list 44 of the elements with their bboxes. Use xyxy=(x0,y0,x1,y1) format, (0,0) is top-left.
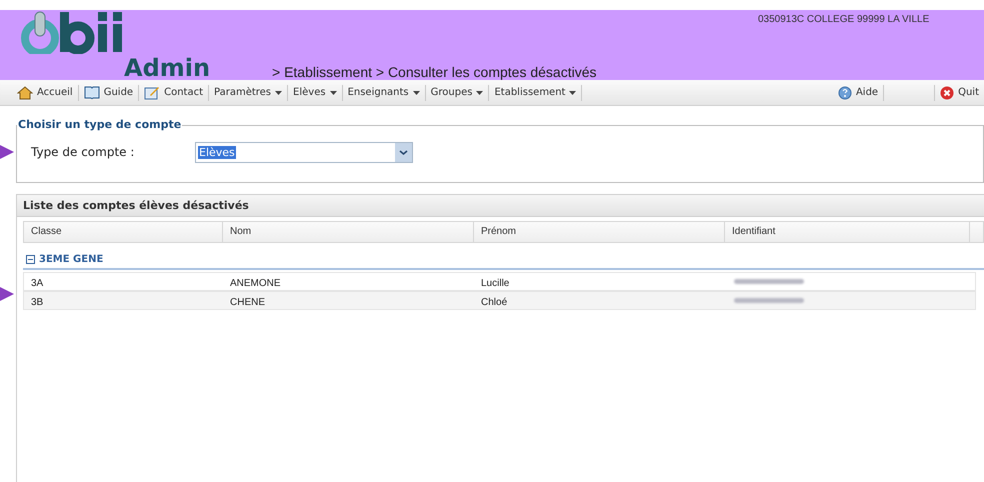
blurred-value xyxy=(734,298,804,303)
pointer-arrow-icon xyxy=(0,287,14,301)
app-name: Admin xyxy=(124,56,210,80)
table-cell: 3A xyxy=(31,278,44,288)
panel-title: Liste des comptes élèves désactivés xyxy=(17,195,984,217)
column-header[interactable]: Nom xyxy=(223,222,474,242)
group-toggle[interactable]: 3EME GENE xyxy=(26,252,104,266)
table-cell: 3B xyxy=(31,296,44,308)
toolbar-button[interactable]: Contact xyxy=(139,82,208,102)
field-label: Type de compte : xyxy=(31,144,136,161)
caret-icon xyxy=(569,90,576,94)
toolbar-button[interactable]: Accueil xyxy=(12,82,78,102)
menu-button[interactable]: Enseignants xyxy=(342,82,425,102)
caret-icon xyxy=(330,90,337,94)
school-name: 0350913C COLLEGE 99999 LA VILLE xyxy=(758,13,930,27)
toolbar-button[interactable]: Aide xyxy=(832,82,884,102)
close-icon xyxy=(940,86,954,100)
menu-button[interactable]: Paramètres xyxy=(209,82,288,102)
pointer-arrow-icon xyxy=(0,145,14,159)
caret-icon xyxy=(275,90,282,94)
menu-button[interactable]: Groupes xyxy=(426,82,488,102)
column-header[interactable]: Prénom xyxy=(474,222,725,242)
notepad-icon xyxy=(144,86,160,100)
toolbar-button[interactable]: Quit xyxy=(935,82,984,102)
menu-button[interactable]: Etablissement xyxy=(489,82,582,102)
toolbar-button[interactable]: Guide xyxy=(78,82,138,102)
blurred-value xyxy=(734,279,804,284)
breadcrumb: > Etablissement > Consulter les comptes désactivés xyxy=(272,64,596,80)
caret-icon xyxy=(476,90,484,94)
table-row[interactable]: 3A ANEMONE Lucille xyxy=(23,272,976,291)
table-cell: Lucille xyxy=(481,278,510,288)
table-cell: Chloé xyxy=(481,296,508,308)
column-header[interactable]: Classe xyxy=(24,222,223,242)
table-cell: ANEMONE xyxy=(230,278,281,288)
table-row[interactable]: 3B CHENE Chloé xyxy=(23,291,976,310)
menu-button[interactable]: Elèves xyxy=(288,82,342,102)
account-type-dropdown[interactable]: Elèves xyxy=(195,142,413,162)
table-cell: CHENE xyxy=(230,296,266,308)
column-header[interactable]: Identifiant xyxy=(725,222,970,242)
house-icon xyxy=(17,86,33,100)
panel-title: Choisir un type de compte xyxy=(17,117,182,133)
caret-icon xyxy=(412,90,420,94)
book-icon xyxy=(84,86,100,99)
help-icon xyxy=(838,86,852,100)
